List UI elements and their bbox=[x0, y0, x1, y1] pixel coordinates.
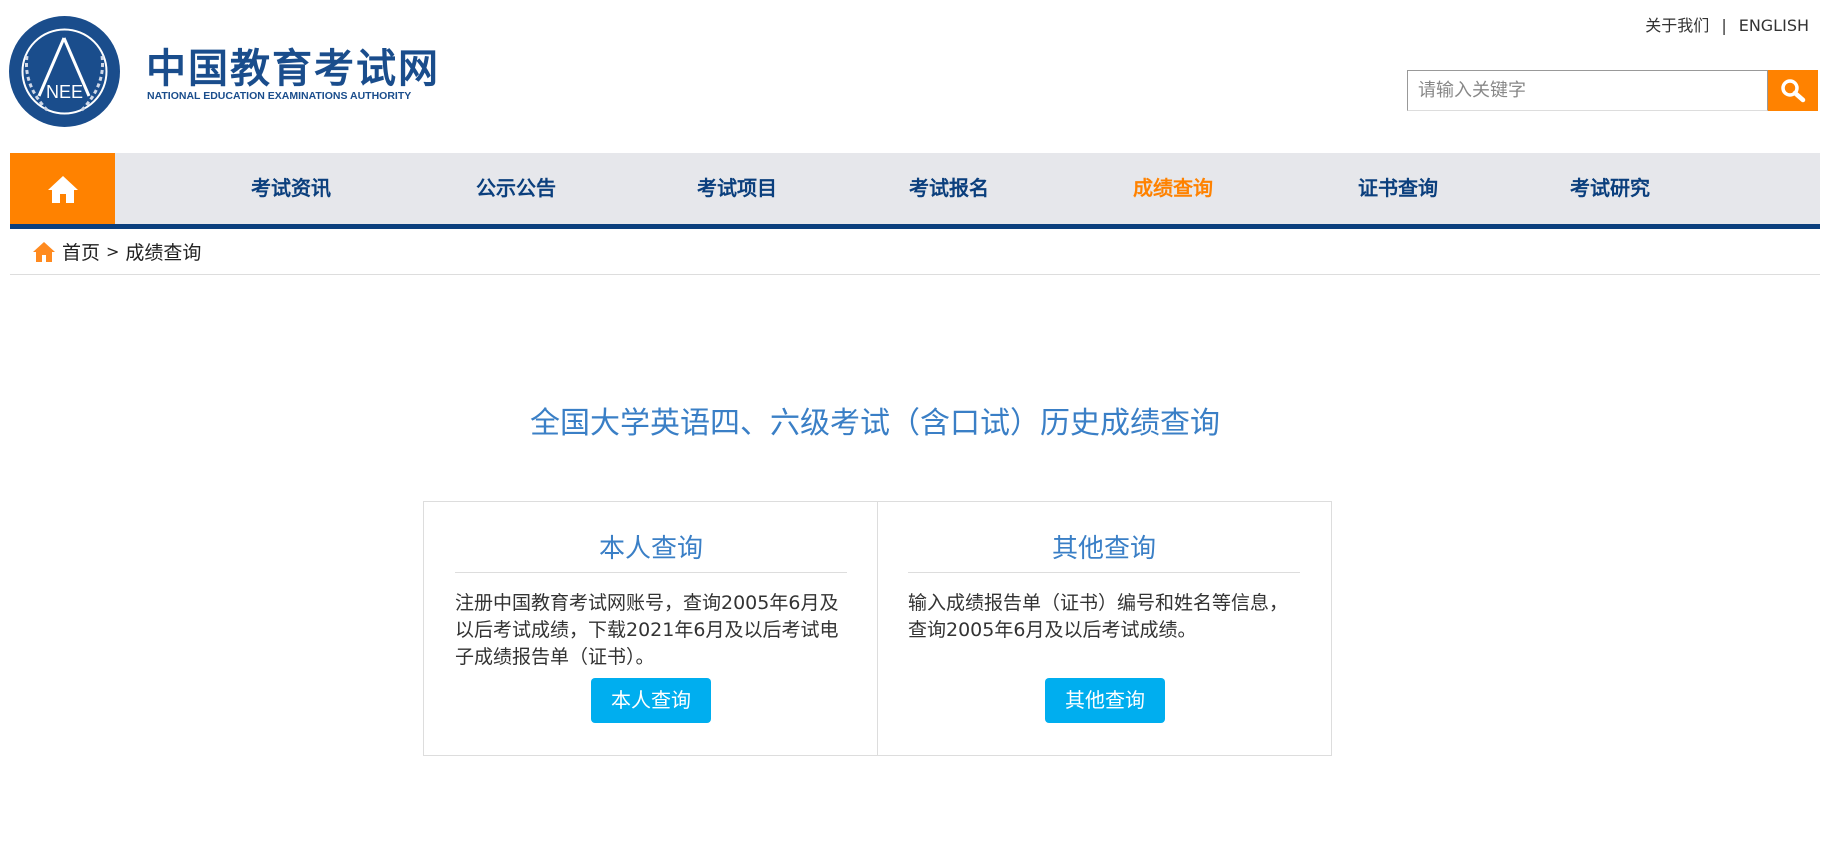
nav-item-exam-research[interactable]: 考试研究 bbox=[1570, 153, 1650, 224]
card-divider bbox=[877, 502, 878, 755]
logo-emblem[interactable]: NEE bbox=[9, 16, 120, 127]
other-query-button[interactable]: 其他查询 bbox=[1045, 678, 1165, 723]
breadcrumb-current: 成绩查询 bbox=[125, 242, 202, 264]
english-link[interactable]: ENGLISH bbox=[1739, 16, 1809, 35]
nav-item-certificate-query[interactable]: 证书查询 bbox=[1358, 153, 1438, 224]
self-query-button[interactable]: 本人查询 bbox=[591, 678, 711, 723]
svg-text:NEE: NEE bbox=[46, 82, 83, 102]
top-links: 关于我们 | ENGLISH bbox=[1645, 12, 1809, 36]
breadcrumb-divider bbox=[10, 274, 1820, 275]
link-separator: | bbox=[1721, 16, 1727, 35]
nav-underline bbox=[10, 224, 1820, 229]
search-input[interactable]: 请输入关键字 bbox=[1407, 70, 1768, 111]
about-link[interactable]: 关于我们 bbox=[1645, 16, 1709, 35]
nav-item-exam-programs[interactable]: 考试项目 bbox=[697, 153, 777, 224]
nav-item-registration[interactable]: 考试报名 bbox=[909, 153, 989, 224]
nav-item-score-query[interactable]: 成绩查询 bbox=[1133, 153, 1213, 224]
self-query-rule bbox=[455, 572, 847, 573]
nav-home-button[interactable] bbox=[10, 153, 115, 224]
other-query-heading: 其他查询 bbox=[1051, 534, 1156, 564]
page-title: 全国大学英语四、六级考试（含口试）历史成绩查询 bbox=[530, 406, 1220, 441]
breadcrumb-home[interactable]: 首页 bbox=[62, 238, 100, 265]
logo-title[interactable]: 中国教育考试网 bbox=[146, 36, 440, 94]
home-icon bbox=[47, 175, 78, 203]
self-query-heading: 本人查询 bbox=[598, 534, 703, 564]
logo-subtitle: NATIONAL EDUCATION EXAMINATIONS AUTHORIT… bbox=[147, 90, 412, 102]
search-button[interactable] bbox=[1768, 70, 1818, 111]
nav-item-exam-news[interactable]: 考试资讯 bbox=[251, 153, 331, 224]
nav-item-announcements[interactable]: 公示公告 bbox=[476, 153, 556, 224]
self-query-description: 注册中国教育考试网账号，查询2005年6月及以后考试成绩，下载2021年6月及以… bbox=[455, 592, 839, 668]
other-query-description: 输入成绩报告单（证书）编号和姓名等信息，查询2005年6月及以后考试成绩。 bbox=[908, 592, 1289, 641]
breadcrumb-separator: > bbox=[106, 242, 120, 261]
home-icon bbox=[33, 241, 55, 262]
search-icon bbox=[1781, 78, 1806, 102]
other-query-rule bbox=[908, 572, 1300, 573]
logo-emblem-icon: NEE bbox=[21, 28, 108, 115]
breadcrumb: 首页 > 成绩查询 bbox=[32, 238, 201, 265]
